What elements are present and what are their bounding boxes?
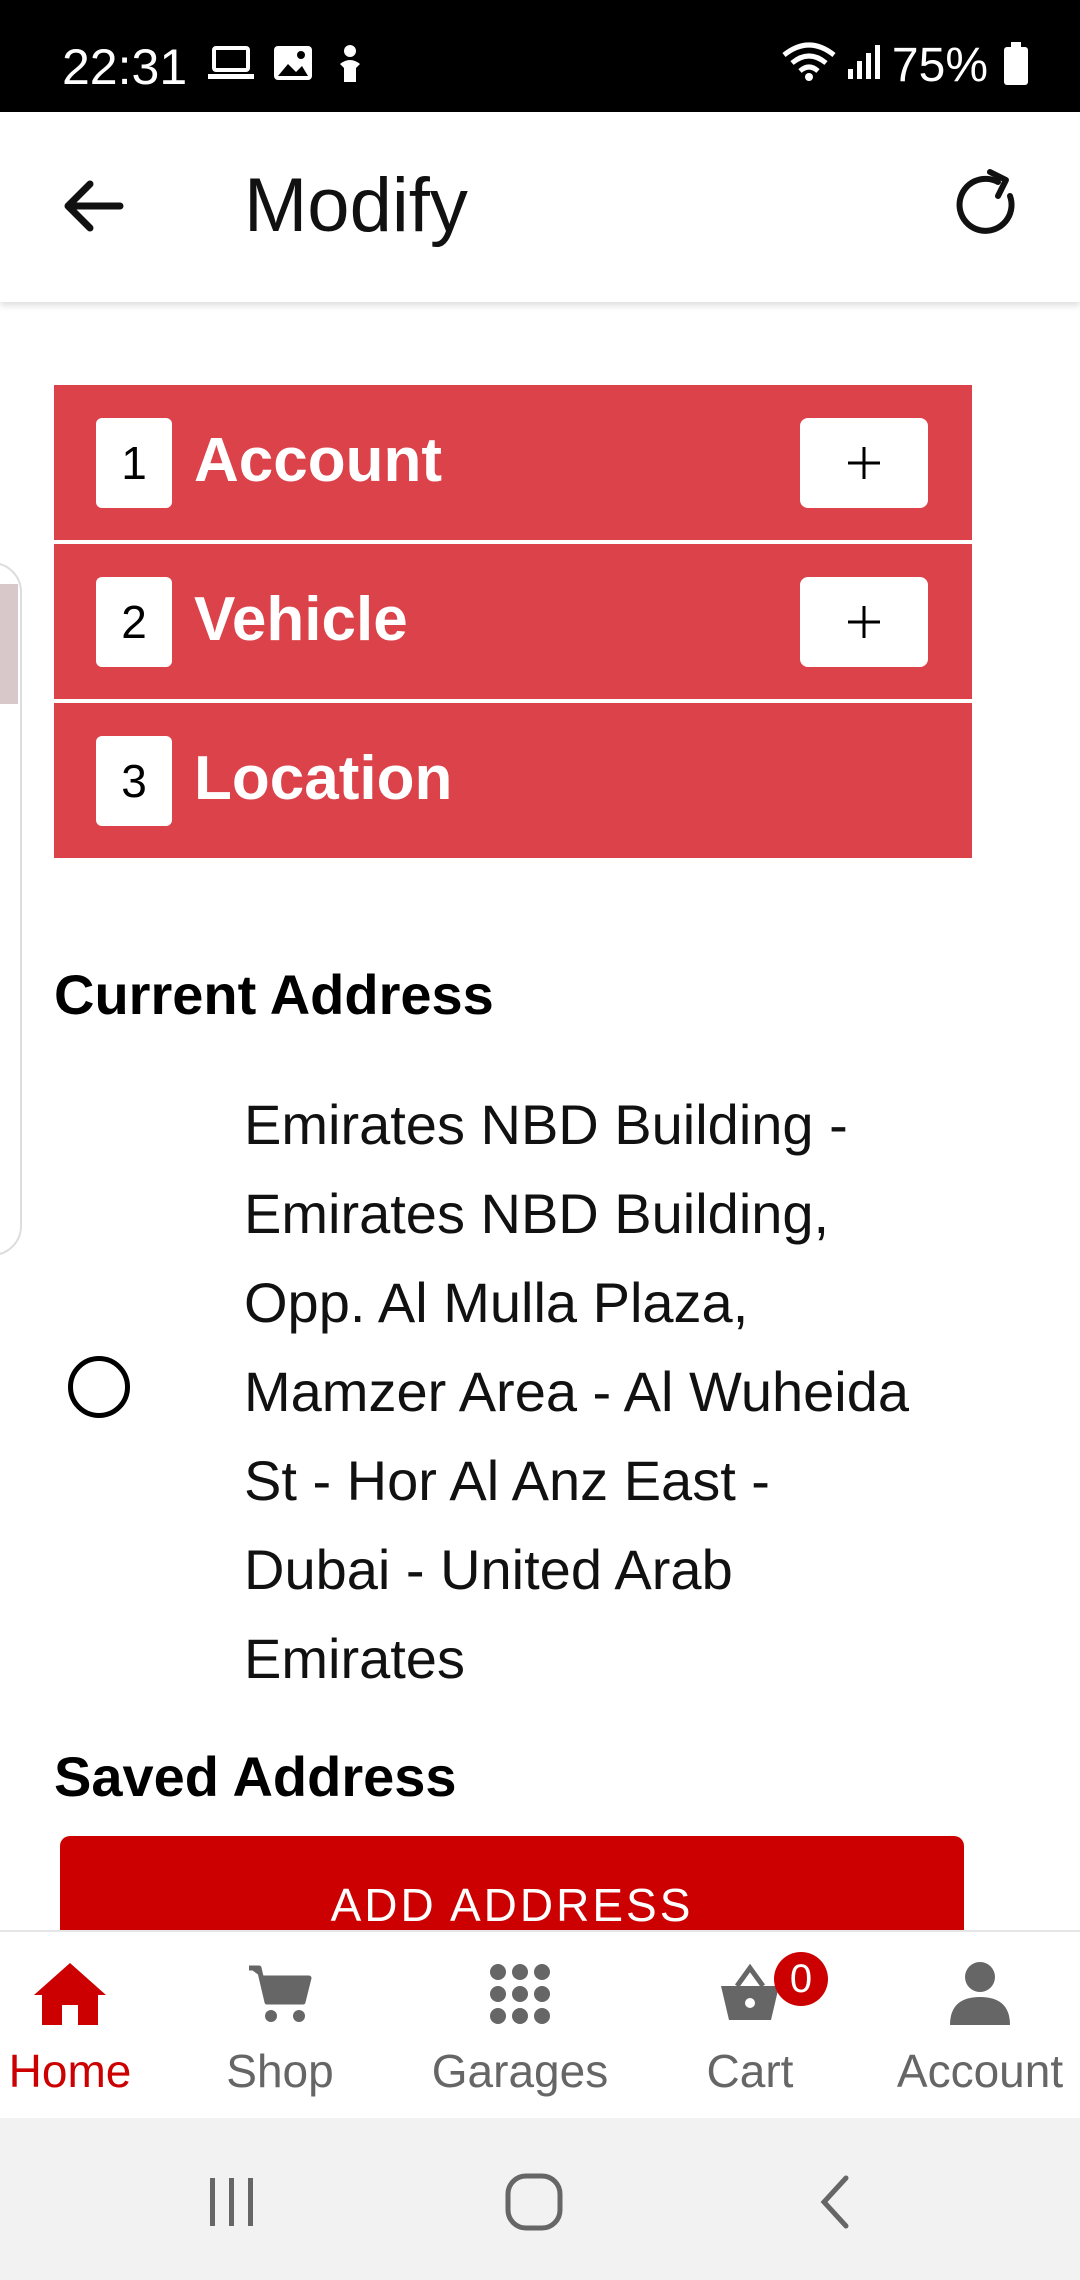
bottom-nav: Home Shop Garages 0 Cart Account (0, 1930, 1080, 2118)
nav-home[interactable]: Home (0, 1954, 140, 2098)
page-title: Modify (244, 163, 468, 248)
home-system-button[interactable] (494, 2162, 574, 2242)
step-label: Account (194, 426, 442, 495)
step-number: 2 (96, 577, 172, 667)
expand-vehicle-button[interactable] (800, 577, 928, 667)
nav-label: Home (8, 2045, 132, 2097)
status-time: 22:31 (62, 39, 188, 95)
plus-icon (848, 606, 880, 638)
side-panel-edge (0, 562, 22, 1256)
nav-shop[interactable]: Shop (210, 1954, 350, 2098)
step-list: 1 Account 2 Vehicle 3 Location (54, 385, 972, 862)
current-address-radio[interactable] (68, 1356, 130, 1418)
current-address-heading: Current Address (54, 963, 494, 1026)
nav-label: Garages (431, 2045, 609, 2097)
nav-label: Account (896, 2045, 1064, 2097)
refresh-icon (956, 169, 1015, 234)
status-bar: 22:31 75% (0, 0, 1080, 112)
refresh-button[interactable] (948, 166, 1028, 246)
step-number: 3 (96, 736, 172, 826)
expand-account-button[interactable] (800, 418, 928, 508)
back-chevron-icon (820, 2175, 849, 2229)
step-location[interactable]: 3 Location (54, 703, 972, 858)
laptop-icon (208, 44, 254, 89)
accessibility-icon (332, 44, 368, 89)
nav-garages[interactable]: Garages (410, 1954, 630, 2098)
battery-percent: 75% (891, 39, 988, 92)
battery-icon (1004, 41, 1028, 85)
system-back-button[interactable] (796, 2162, 876, 2242)
app-header: Modify (0, 112, 1080, 302)
step-label: Location (194, 744, 453, 813)
cart-badge: 0 (774, 1952, 828, 2006)
step-label: Vehicle (194, 585, 408, 654)
signal-icon (846, 38, 882, 93)
user-icon (950, 1962, 1010, 2025)
cart-icon (249, 1965, 312, 2022)
step-number: 1 (96, 418, 172, 508)
step-account[interactable]: 1 Account (54, 385, 972, 540)
basket-icon (721, 1964, 779, 2020)
nav-label: Cart (706, 2045, 794, 2097)
grid-icon (490, 1964, 550, 2024)
saved-address-heading: Saved Address (54, 1745, 457, 1808)
nav-cart[interactable]: 0 Cart (690, 1952, 828, 2098)
system-nav-bar (0, 2118, 1080, 2280)
step-vehicle[interactable]: 2 Vehicle (54, 544, 972, 699)
nav-account[interactable]: Account (880, 1954, 1080, 2098)
image-icon (272, 44, 314, 89)
home-circle-icon (505, 2173, 563, 2231)
recents-icon (210, 2178, 253, 2226)
nav-label: Shop (226, 2045, 334, 2097)
back-button[interactable] (58, 170, 130, 242)
plus-icon (848, 447, 880, 479)
current-address-text: Emirates NBD Building - Emirates NBD Bui… (244, 1093, 910, 1690)
recent-apps-button[interactable] (192, 2162, 272, 2242)
home-icon (34, 1963, 106, 2025)
wifi-icon (782, 38, 836, 93)
add-address-button[interactable]: ADD ADDRESS (60, 1836, 964, 1936)
arrow-left-icon (64, 180, 124, 232)
